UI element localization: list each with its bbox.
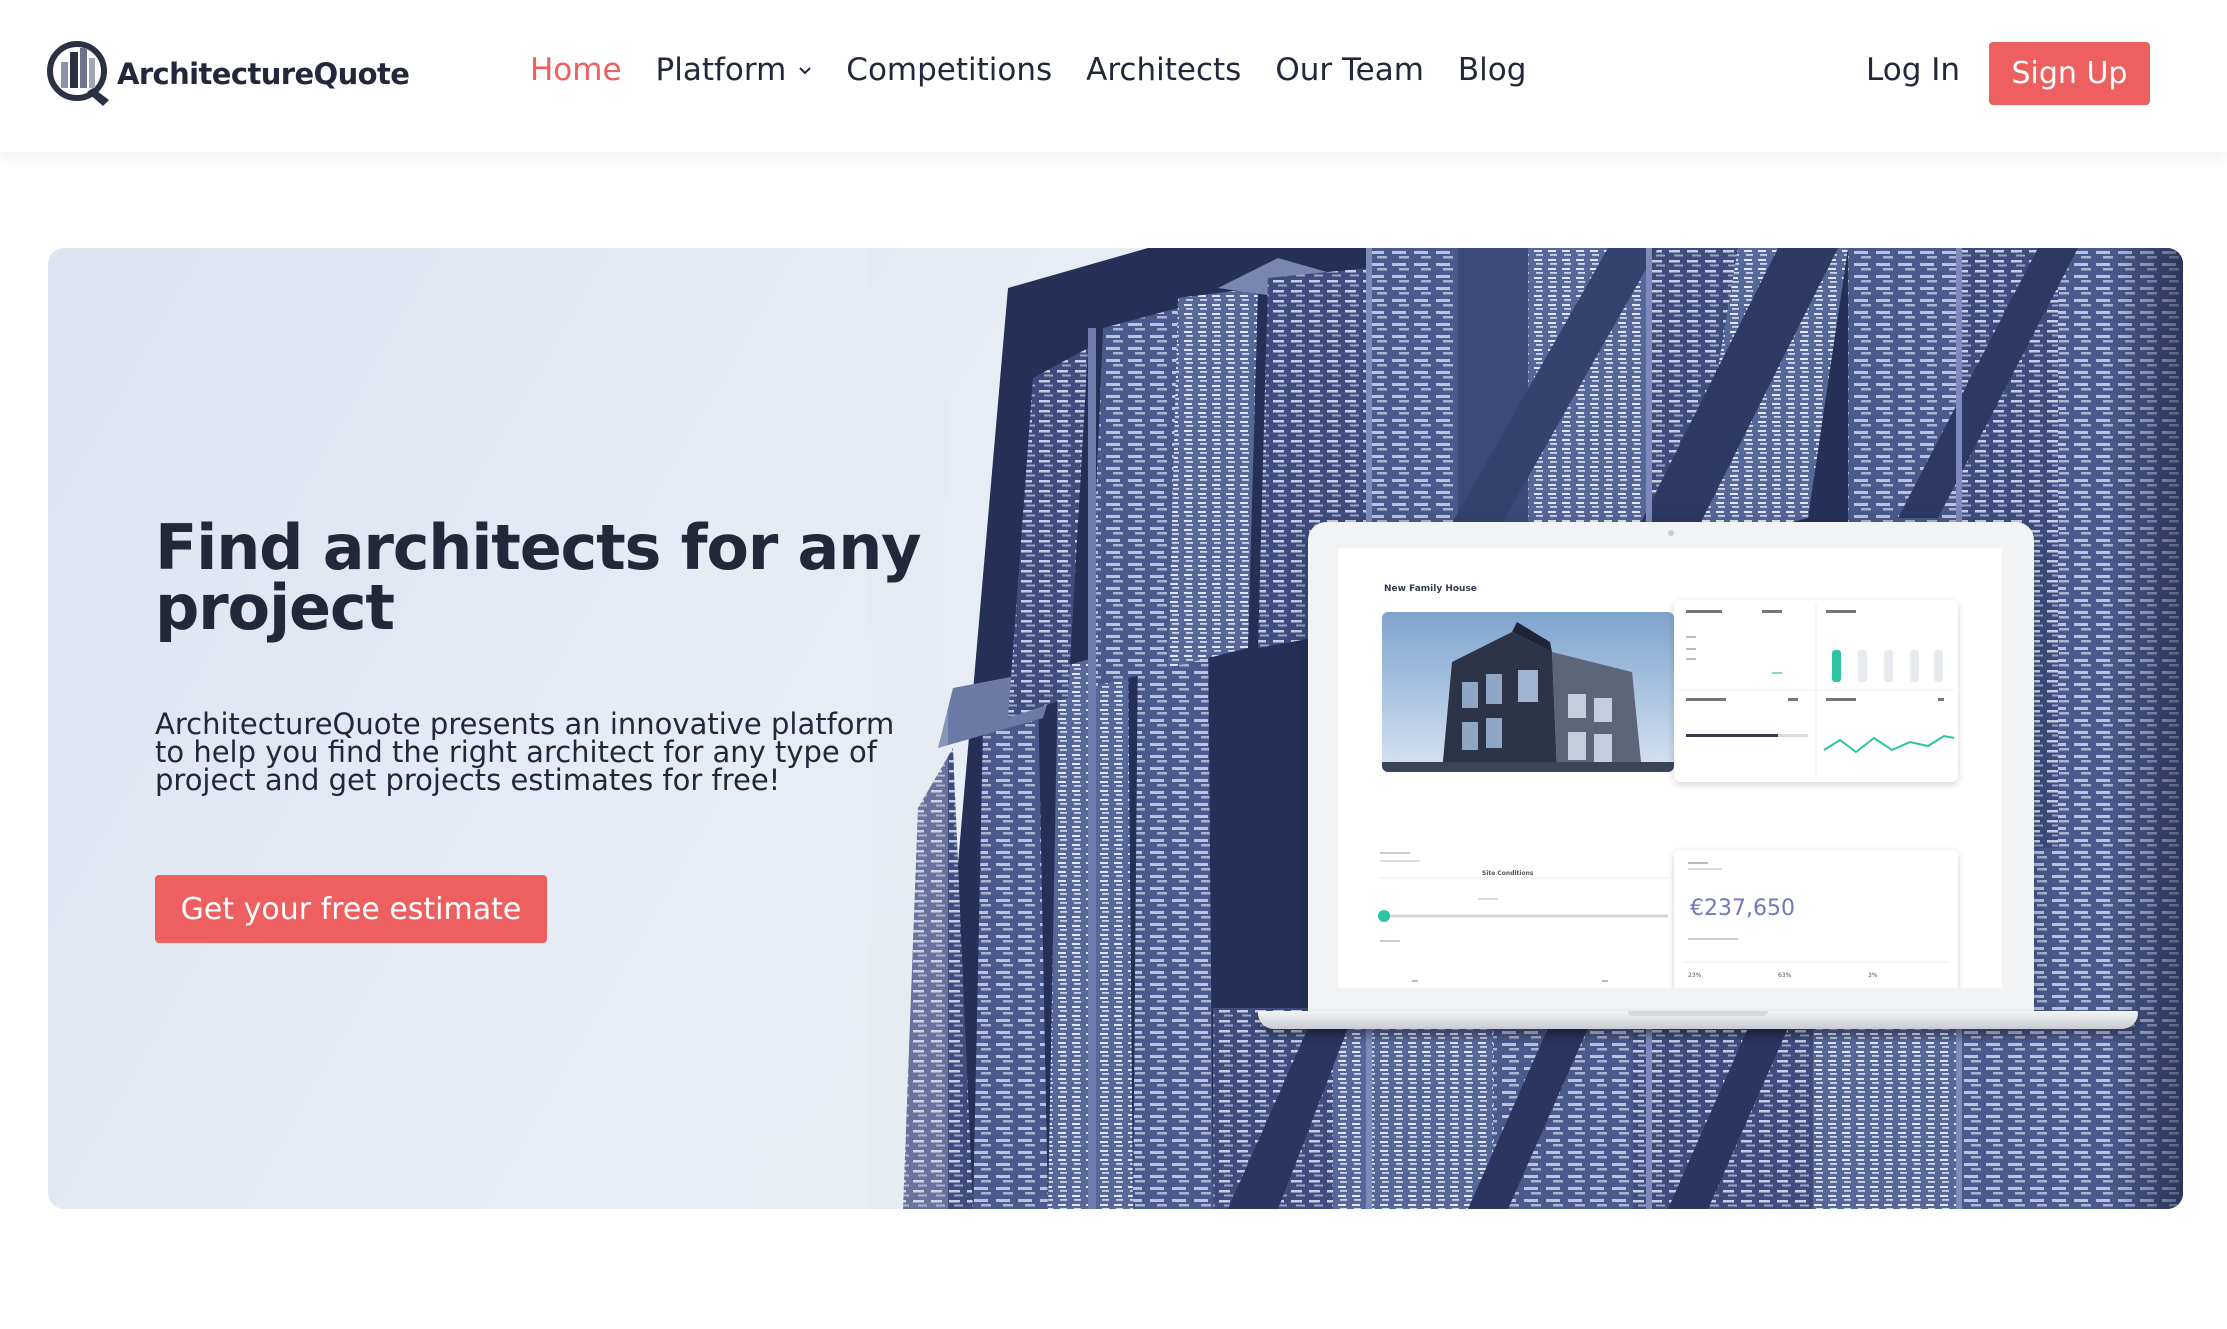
dashboard-screen: New Family House €237,650 23% 63% 3% Sit… <box>1338 548 2002 988</box>
login-link[interactable]: Log In <box>1866 52 1960 88</box>
nav-item-our-team[interactable]: Our Team <box>1275 52 1424 88</box>
nav-item-platform-label: Platform <box>655 52 787 88</box>
laptop-mockup: New Family House €237,650 23% 63% 3% Sit… <box>1258 522 2138 1034</box>
camera-dot <box>1668 530 1674 536</box>
get-free-estimate-button[interactable]: Get your free estimate <box>155 875 547 943</box>
nav-item-architects[interactable]: Architects <box>1086 52 1241 88</box>
laptop-notch <box>1628 1011 1768 1016</box>
laptop-lid: New Family House €237,650 23% 63% 3% Sit… <box>1308 522 2034 1014</box>
main-nav: Home Platform Competitions Architects Ou… <box>530 52 1560 88</box>
signup-button[interactable]: Sign Up <box>1989 42 2150 105</box>
hero-section: Find architects for any project Architec… <box>48 248 2183 1209</box>
project-stats-card <box>1674 600 1958 782</box>
brand-logo[interactable]: ArchitectureQuote <box>47 40 410 108</box>
nav-item-home[interactable]: Home <box>530 52 622 88</box>
nav-item-blog[interactable]: Blog <box>1458 52 1527 88</box>
laptop-base <box>1258 1011 2138 1029</box>
project-title: New Family House <box>1384 584 1477 594</box>
project-house-image <box>1382 612 1674 772</box>
hero-description: ArchitectureQuote presents an innovative… <box>155 707 895 797</box>
logo-mark-icon <box>47 41 109 106</box>
nav-item-competitions[interactable]: Competitions <box>846 52 1052 88</box>
site-header: ArchitectureQuote Home Platform Competit… <box>0 0 2227 152</box>
estimate-card: €237,650 23% 63% 3% <box>1674 850 1958 988</box>
brand-name: ArchitectureQuote <box>117 57 410 91</box>
chevron-down-icon <box>799 66 812 74</box>
hero-title: Find architects for any project <box>155 511 922 644</box>
nav-item-platform[interactable]: Platform <box>656 52 813 88</box>
